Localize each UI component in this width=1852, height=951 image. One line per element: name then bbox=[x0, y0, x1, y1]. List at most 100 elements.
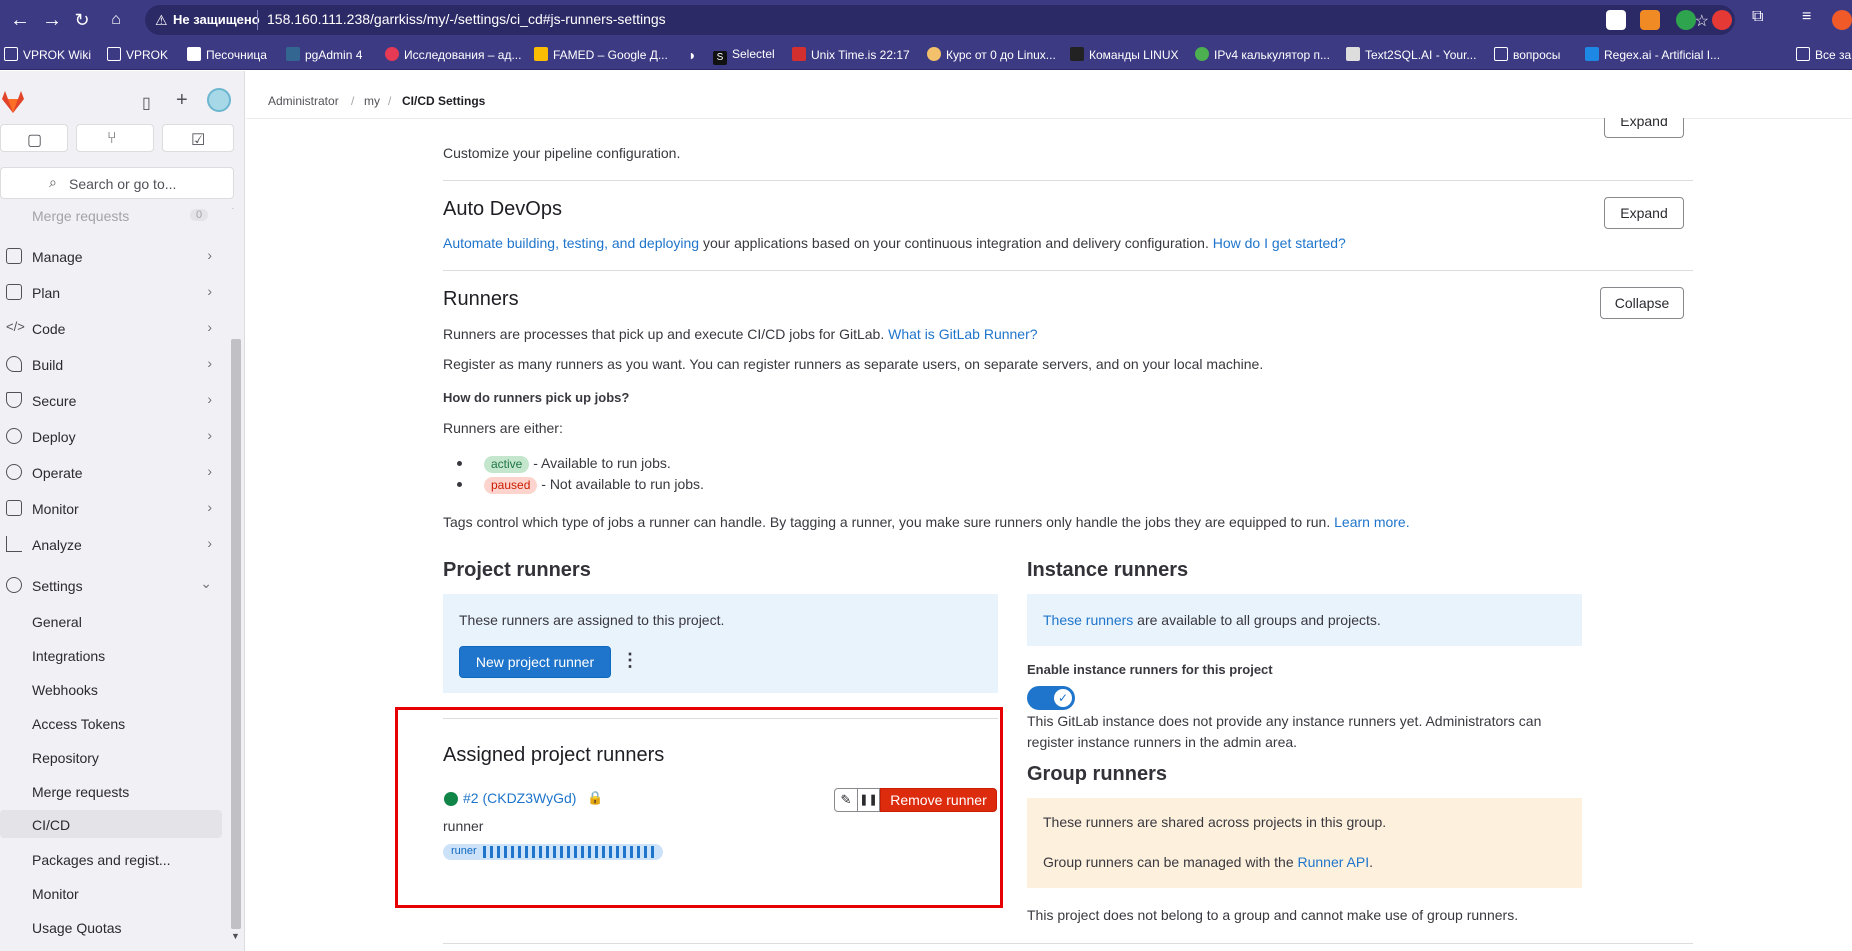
code-icon: </> bbox=[6, 319, 25, 334]
sidebar-item-build[interactable]: Build › bbox=[0, 351, 220, 379]
extension-icon[interactable] bbox=[1676, 10, 1696, 30]
bookmark[interactable]: VPROK Wiki bbox=[4, 47, 91, 62]
security-label[interactable]: Не защищено bbox=[173, 12, 260, 27]
users-icon bbox=[6, 248, 22, 264]
chevron-right-icon: › bbox=[207, 355, 212, 371]
settings-sub-packages[interactable]: Packages and regist... bbox=[0, 845, 222, 873]
url-text[interactable]: 158.160.111.238/garrkiss/my/-/settings/c… bbox=[267, 11, 666, 27]
sidebar-scrollbar-thumb[interactable] bbox=[231, 339, 241, 929]
sidebar-item-secure[interactable]: Secure › bbox=[0, 387, 220, 415]
search-input[interactable]: ⌕ Search or go to... bbox=[0, 167, 234, 199]
gitlab-logo-icon[interactable] bbox=[0, 89, 26, 115]
settings-sub-repository[interactable]: Repository bbox=[0, 743, 222, 771]
todos-tab[interactable]: ☑ bbox=[162, 124, 234, 152]
button-label: Expand bbox=[1620, 118, 1668, 129]
sidebar-item-monitor[interactable]: Monitor › bbox=[0, 495, 220, 523]
runners-either-text: Runners are either: bbox=[443, 420, 563, 436]
sub-item-label: Integrations bbox=[32, 648, 106, 664]
extension-icon[interactable] bbox=[1712, 10, 1732, 30]
settings-sub-integrations[interactable]: Integrations bbox=[0, 641, 222, 669]
profile-icon[interactable] bbox=[1832, 10, 1852, 30]
bookmark[interactable]: FAMED – Google Д... bbox=[534, 47, 668, 62]
forward-icon[interactable]: → bbox=[40, 8, 64, 32]
bookmark[interactable]: Курс от 0 до Linux... bbox=[927, 47, 1056, 62]
moon-icon[interactable]: ◗ bbox=[688, 47, 696, 63]
pause-runner-button[interactable]: ❚❚ bbox=[858, 788, 880, 812]
runners-collapse-button[interactable]: Collapse bbox=[1600, 287, 1684, 319]
sidebar-item-code[interactable]: </> Code › bbox=[0, 315, 220, 343]
active-list-item: active - Available to run jobs. bbox=[457, 455, 671, 473]
button-label: Remove runner bbox=[890, 792, 987, 808]
home-icon[interactable]: ⌂ bbox=[104, 8, 128, 32]
bookmark[interactable]: VPROK bbox=[107, 47, 168, 62]
settings-sub-merge-requests[interactable]: Merge requests bbox=[0, 777, 222, 805]
bookmark[interactable]: Команды LINUX bbox=[1070, 47, 1179, 62]
avatar[interactable] bbox=[207, 88, 231, 112]
these-runners-link[interactable]: These runners bbox=[1043, 612, 1133, 628]
sidebar-item-settings[interactable]: Settings ⌄ bbox=[0, 572, 220, 600]
address-bar[interactable]: ⚠ Не защищено 158.160.111.238/garrkiss/m… bbox=[145, 5, 1735, 35]
scroll-down-icon[interactable]: ▼ bbox=[231, 931, 240, 941]
issues-tab[interactable]: ▢ bbox=[0, 124, 68, 152]
puzzle-icon[interactable]: ⧉ bbox=[1752, 8, 1763, 26]
instance-runners-note: register instance runners in the admin a… bbox=[1027, 734, 1298, 750]
bookmark[interactable]: Все за bbox=[1796, 47, 1851, 62]
drive-icon bbox=[534, 47, 548, 61]
runners-title: Runners bbox=[443, 288, 519, 310]
divider bbox=[257, 10, 258, 30]
bookmark-label: Selectel bbox=[732, 47, 775, 61]
extension-icon[interactable] bbox=[1640, 10, 1660, 30]
settings-sub-usage-quotas[interactable]: Usage Quotas bbox=[0, 913, 222, 941]
breadcrumb-item[interactable]: Administrator bbox=[268, 94, 339, 108]
sidebar-item-label: Manage bbox=[32, 249, 83, 265]
bookmark[interactable]: S Selectel bbox=[713, 47, 775, 65]
settings-sub-access-tokens[interactable]: Access Tokens bbox=[0, 709, 222, 737]
bookmark[interactable]: Regex.ai - Artificial I... bbox=[1585, 47, 1720, 62]
sidebar-item-merge-requests-partial[interactable]: Merge requests bbox=[32, 208, 129, 224]
sidebar-item-deploy[interactable]: Deploy › bbox=[0, 423, 220, 451]
plus-icon[interactable]: + bbox=[176, 89, 188, 112]
instance-runners-toggle[interactable]: ✓ bbox=[1027, 686, 1075, 710]
settings-sub-general[interactable]: General bbox=[0, 607, 222, 635]
new-project-runner-button[interactable]: New project runner bbox=[459, 646, 611, 678]
what-is-runner-link[interactable]: What is GitLab Runner? bbox=[888, 326, 1037, 342]
sidebar-item-manage[interactable]: Manage › bbox=[0, 243, 220, 271]
reload-icon[interactable]: ↻ bbox=[70, 8, 94, 32]
breadcrumb-current: CI/CD Settings bbox=[402, 94, 486, 108]
bookmark[interactable]: IPv4 калькулятор п... bbox=[1195, 47, 1330, 62]
bookmark[interactable]: Text2SQL.AI - Your... bbox=[1346, 47, 1476, 62]
general-pipelines-expand-button[interactable]: Expand bbox=[1604, 118, 1684, 138]
bookmark[interactable]: Песочница bbox=[187, 47, 267, 62]
extension-icon[interactable] bbox=[1606, 10, 1626, 30]
folder-icon bbox=[107, 47, 121, 61]
runner-api-link[interactable]: Runner API bbox=[1298, 854, 1370, 870]
breadcrumb-item[interactable]: my bbox=[364, 94, 380, 108]
back-icon[interactable]: ← bbox=[8, 8, 32, 32]
sidebar-toggle-icon[interactable]: ▯ bbox=[142, 93, 151, 113]
auto-devops-expand-button[interactable]: Expand bbox=[1604, 197, 1684, 229]
breadcrumb: Administrator / my / CI/CD Settings bbox=[246, 71, 1852, 119]
remove-runner-button[interactable]: Remove runner bbox=[880, 788, 997, 812]
more-actions-icon[interactable]: ⋮ bbox=[621, 650, 639, 671]
learn-more-link[interactable]: Learn more. bbox=[1334, 514, 1409, 530]
get-started-link[interactable]: How do I get started? bbox=[1213, 235, 1346, 251]
bookmark[interactable]: pgAdmin 4 bbox=[286, 47, 362, 62]
merge-requests-tab[interactable]: ⑂ bbox=[76, 124, 154, 152]
auto-devops-link[interactable]: Automate building, testing, and deployin… bbox=[443, 235, 699, 251]
settings-sub-webhooks[interactable]: Webhooks bbox=[0, 675, 222, 703]
reading-list-icon[interactable]: ≡ bbox=[1802, 8, 1811, 26]
bookmark[interactable]: Исследования – ад... bbox=[385, 47, 521, 62]
sidebar-item-operate[interactable]: Operate › bbox=[0, 459, 220, 487]
bookmark[interactable]: Unix Time.is 22:17 bbox=[792, 47, 910, 62]
course-icon bbox=[927, 47, 941, 61]
sidebar-item-plan[interactable]: Plan › bbox=[0, 279, 220, 307]
edit-runner-button[interactable]: ✎ bbox=[834, 788, 858, 812]
settings-sub-monitor[interactable]: Monitor bbox=[0, 879, 222, 907]
bookmark[interactable]: вопросы bbox=[1494, 47, 1560, 62]
instance-runners-note: This GitLab instance does not provide an… bbox=[1027, 713, 1542, 729]
sidebar-item-analyze[interactable]: Analyze › bbox=[0, 531, 220, 559]
sidebar-item-label: Plan bbox=[32, 285, 61, 301]
merge-request-icon: ⑂ bbox=[107, 130, 117, 147]
runner-id-link[interactable]: #2 (CKDZ3WyGd) bbox=[463, 790, 576, 806]
settings-sub-cicd[interactable]: CI/CD bbox=[0, 810, 222, 838]
